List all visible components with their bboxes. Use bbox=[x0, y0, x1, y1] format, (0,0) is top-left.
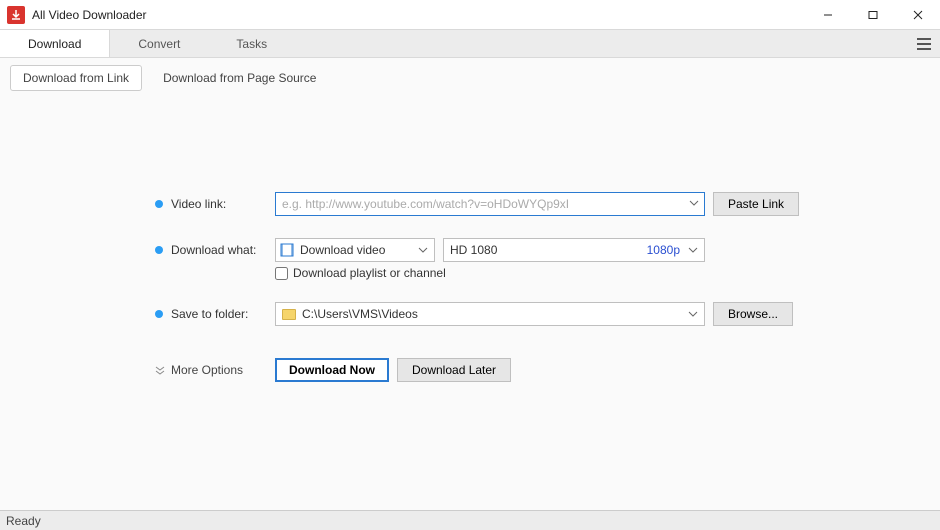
bullet-icon bbox=[155, 246, 163, 254]
tab-tasks[interactable]: Tasks bbox=[208, 30, 295, 57]
chevron-expand-icon bbox=[155, 365, 165, 375]
more-options-toggle[interactable]: More Options bbox=[155, 363, 275, 377]
label-video-link: Video link: bbox=[155, 197, 275, 211]
playlist-checkbox-row[interactable]: Download playlist or channel bbox=[275, 266, 446, 280]
status-text: Ready bbox=[6, 514, 41, 528]
download-later-button[interactable]: Download Later bbox=[397, 358, 511, 382]
bullet-icon bbox=[155, 200, 163, 208]
folder-icon bbox=[282, 309, 296, 320]
main-tabs: Download Convert Tasks bbox=[0, 30, 940, 58]
titlebar: All Video Downloader bbox=[0, 0, 940, 30]
close-button[interactable] bbox=[895, 0, 940, 30]
chevron-down-icon bbox=[418, 245, 428, 255]
status-bar: Ready bbox=[0, 510, 940, 530]
playlist-checkbox[interactable] bbox=[275, 267, 288, 280]
menu-button[interactable] bbox=[908, 30, 940, 57]
label-download-what: Download what: bbox=[155, 243, 275, 257]
minimize-button[interactable] bbox=[805, 0, 850, 30]
label-save-to: Save to folder: bbox=[155, 307, 275, 321]
browse-button[interactable]: Browse... bbox=[713, 302, 793, 326]
save-folder-select[interactable]: C:\Users\VMS\Videos bbox=[275, 302, 705, 326]
download-now-button[interactable]: Download Now bbox=[275, 358, 389, 382]
video-icon bbox=[280, 243, 294, 257]
hamburger-icon bbox=[916, 38, 932, 50]
paste-link-button[interactable]: Paste Link bbox=[713, 192, 799, 216]
content-area: Video link: Paste Link Download what: Do… bbox=[0, 92, 940, 510]
download-what-select[interactable]: Download video bbox=[275, 238, 435, 262]
subtabs: Download from Link Download from Page So… bbox=[0, 58, 940, 92]
chevron-down-icon[interactable] bbox=[689, 196, 699, 210]
chevron-down-icon bbox=[688, 309, 698, 319]
subtab-from-source[interactable]: Download from Page Source bbox=[150, 65, 329, 91]
window-title: All Video Downloader bbox=[32, 8, 805, 22]
quality-select[interactable]: HD 1080 1080p bbox=[443, 238, 705, 262]
tab-download[interactable]: Download bbox=[0, 30, 110, 57]
chevron-down-icon bbox=[688, 245, 698, 255]
maximize-button[interactable] bbox=[850, 0, 895, 30]
bullet-icon bbox=[155, 310, 163, 318]
app-icon bbox=[7, 6, 25, 24]
subtab-from-link[interactable]: Download from Link bbox=[10, 65, 142, 91]
video-link-input[interactable] bbox=[275, 192, 705, 216]
tab-convert[interactable]: Convert bbox=[110, 30, 208, 57]
